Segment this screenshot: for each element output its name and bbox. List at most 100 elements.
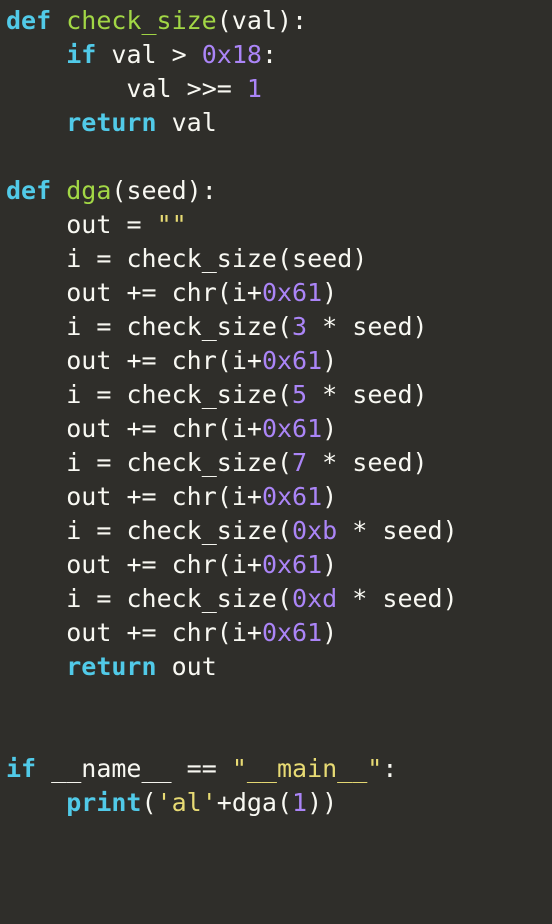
code-line <box>6 684 552 718</box>
code-token: ( <box>217 482 232 511</box>
code-token: ( <box>277 788 292 817</box>
code-line: out += chr(i+0x61) <box>6 616 552 650</box>
code-token: def <box>6 176 51 205</box>
code-line <box>6 140 552 174</box>
code-token <box>307 312 322 341</box>
code-token <box>111 414 126 443</box>
code-token <box>96 40 111 69</box>
code-token: += <box>126 346 156 375</box>
code-token: if <box>6 754 36 783</box>
code-line: if val > 0x18: <box>6 38 552 72</box>
code-token: 0x61 <box>262 414 322 443</box>
code-token <box>307 448 322 477</box>
code-token: i <box>66 244 81 273</box>
code-token: out <box>172 652 217 681</box>
code-token: 7 <box>292 448 307 477</box>
code-token: * <box>322 312 337 341</box>
code-token: ( <box>277 584 292 613</box>
code-line: out += chr(i+0x61) <box>6 480 552 514</box>
code-token <box>51 176 66 205</box>
code-token <box>307 380 322 409</box>
code-token <box>111 516 126 545</box>
code-token: = <box>96 244 111 273</box>
code-token: i <box>232 618 247 647</box>
code-line: val >>= 1 <box>6 72 552 106</box>
code-token: print <box>66 788 141 817</box>
code-token <box>367 584 382 613</box>
code-token: chr <box>172 550 217 579</box>
code-token: + <box>247 618 262 647</box>
code-token: chr <box>172 618 217 647</box>
code-token: ) <box>322 414 337 443</box>
code-token: += <box>126 618 156 647</box>
code-token: 0x61 <box>262 482 322 511</box>
code-token: ) <box>413 380 428 409</box>
code-line: if __name__ == "__main__": <box>6 752 552 786</box>
code-token: i <box>66 584 81 613</box>
code-token: 0xd <box>292 584 337 613</box>
code-token <box>337 448 352 477</box>
code-token: ( <box>277 312 292 341</box>
code-token: 0x61 <box>262 550 322 579</box>
code-token: ): <box>187 176 217 205</box>
code-token: + <box>247 482 262 511</box>
code-token: + <box>247 550 262 579</box>
code-token: check_size <box>126 516 277 545</box>
code-token: == <box>187 754 217 783</box>
code-token <box>157 40 172 69</box>
code-token <box>111 584 126 613</box>
code-token: check_size <box>126 244 277 273</box>
code-token <box>157 278 172 307</box>
code-token: ( <box>217 6 232 35</box>
code-token: 0xb <box>292 516 337 545</box>
code-token: "__main__" <box>232 754 383 783</box>
code-token: i <box>66 516 81 545</box>
code-token: seed <box>352 312 412 341</box>
code-token: ) <box>413 448 428 477</box>
code-token: return <box>66 652 156 681</box>
code-token: ( <box>277 448 292 477</box>
code-token: 1 <box>247 74 262 103</box>
code-token: += <box>126 550 156 579</box>
code-token: * <box>322 448 337 477</box>
code-token <box>111 312 126 341</box>
code-token: = <box>96 312 111 341</box>
code-token: + <box>247 346 262 375</box>
code-token: out <box>66 210 111 239</box>
code-line: return out <box>6 650 552 684</box>
code-token <box>111 278 126 307</box>
code-token: if <box>66 40 96 69</box>
code-token: out <box>66 550 111 579</box>
code-token <box>157 550 172 579</box>
code-token: i <box>232 482 247 511</box>
code-token: out <box>66 618 111 647</box>
code-token: i <box>66 380 81 409</box>
code-token <box>111 448 126 477</box>
code-token: = <box>96 380 111 409</box>
code-token: "" <box>157 210 187 239</box>
code-token <box>142 210 157 239</box>
code-token: 0x61 <box>262 618 322 647</box>
code-token: val <box>172 108 217 137</box>
code-token <box>337 380 352 409</box>
code-token: ( <box>217 414 232 443</box>
code-token: ( <box>217 278 232 307</box>
code-token: check_size <box>126 312 277 341</box>
code-token: 0x61 <box>262 278 322 307</box>
code-token: ) <box>413 312 428 341</box>
code-token <box>217 754 232 783</box>
code-token: = <box>126 210 141 239</box>
code-token <box>367 516 382 545</box>
code-token: dga <box>232 788 277 817</box>
code-block: def check_size(val): if val > 0x18: val … <box>0 0 552 820</box>
code-token <box>111 618 126 647</box>
code-token: )) <box>307 788 337 817</box>
code-token: ) <box>322 482 337 511</box>
code-token: seed <box>352 448 412 477</box>
code-token <box>232 74 247 103</box>
code-token: val <box>232 6 277 35</box>
code-token: + <box>247 278 262 307</box>
code-token: chr <box>172 346 217 375</box>
code-token <box>111 482 126 511</box>
code-token: ( <box>277 516 292 545</box>
